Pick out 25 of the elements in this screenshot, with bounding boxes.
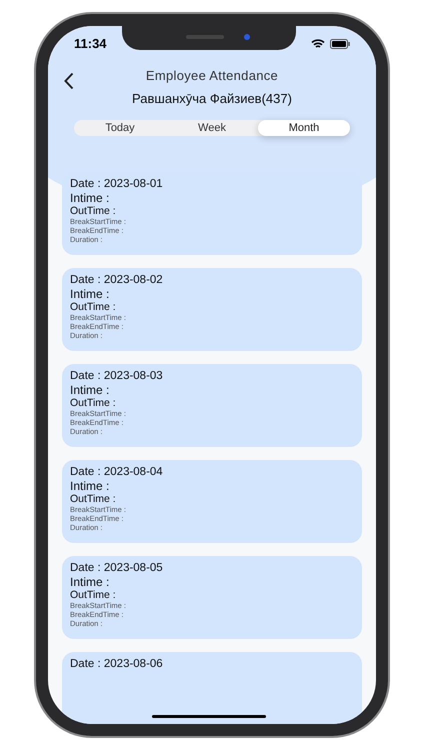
back-icon [64,72,74,90]
record-date: Date : 2023-08-04 [70,465,164,479]
intime-label: Intime : [70,383,110,397]
outtime-label: OutTime : [70,301,117,313]
employee-name: Равшанхӯча Файзиев(437) [132,90,292,108]
outtime-label: OutTime : [70,397,117,409]
intime-label: Intime : [70,575,110,589]
page-title: Employee Attendance [146,66,278,85]
wifi-icon [311,38,325,49]
record-date: Date : 2023-08-01 [70,177,164,191]
outtime-label: OutTime : [70,589,117,601]
outtime-label: OutTime : [70,493,117,505]
record-date: Date : 2023-08-06 [70,657,164,671]
record-date: Date : 2023-08-03 [70,369,164,383]
intime-label: Intime : [70,191,110,205]
record-date: Date : 2023-08-02 [70,273,164,287]
status-time: 11:34 [74,35,107,53]
outtime-label: OutTime : [70,205,117,217]
intime-label: Intime : [70,287,110,301]
segment-tab[interactable]: Month [258,120,350,136]
record-date: Date : 2023-08-05 [70,561,164,575]
segment-tab[interactable]: Today [74,120,166,136]
intime-label: Intime : [70,479,110,493]
battery-icon [330,38,350,49]
segment-tab[interactable]: Week [166,120,258,136]
